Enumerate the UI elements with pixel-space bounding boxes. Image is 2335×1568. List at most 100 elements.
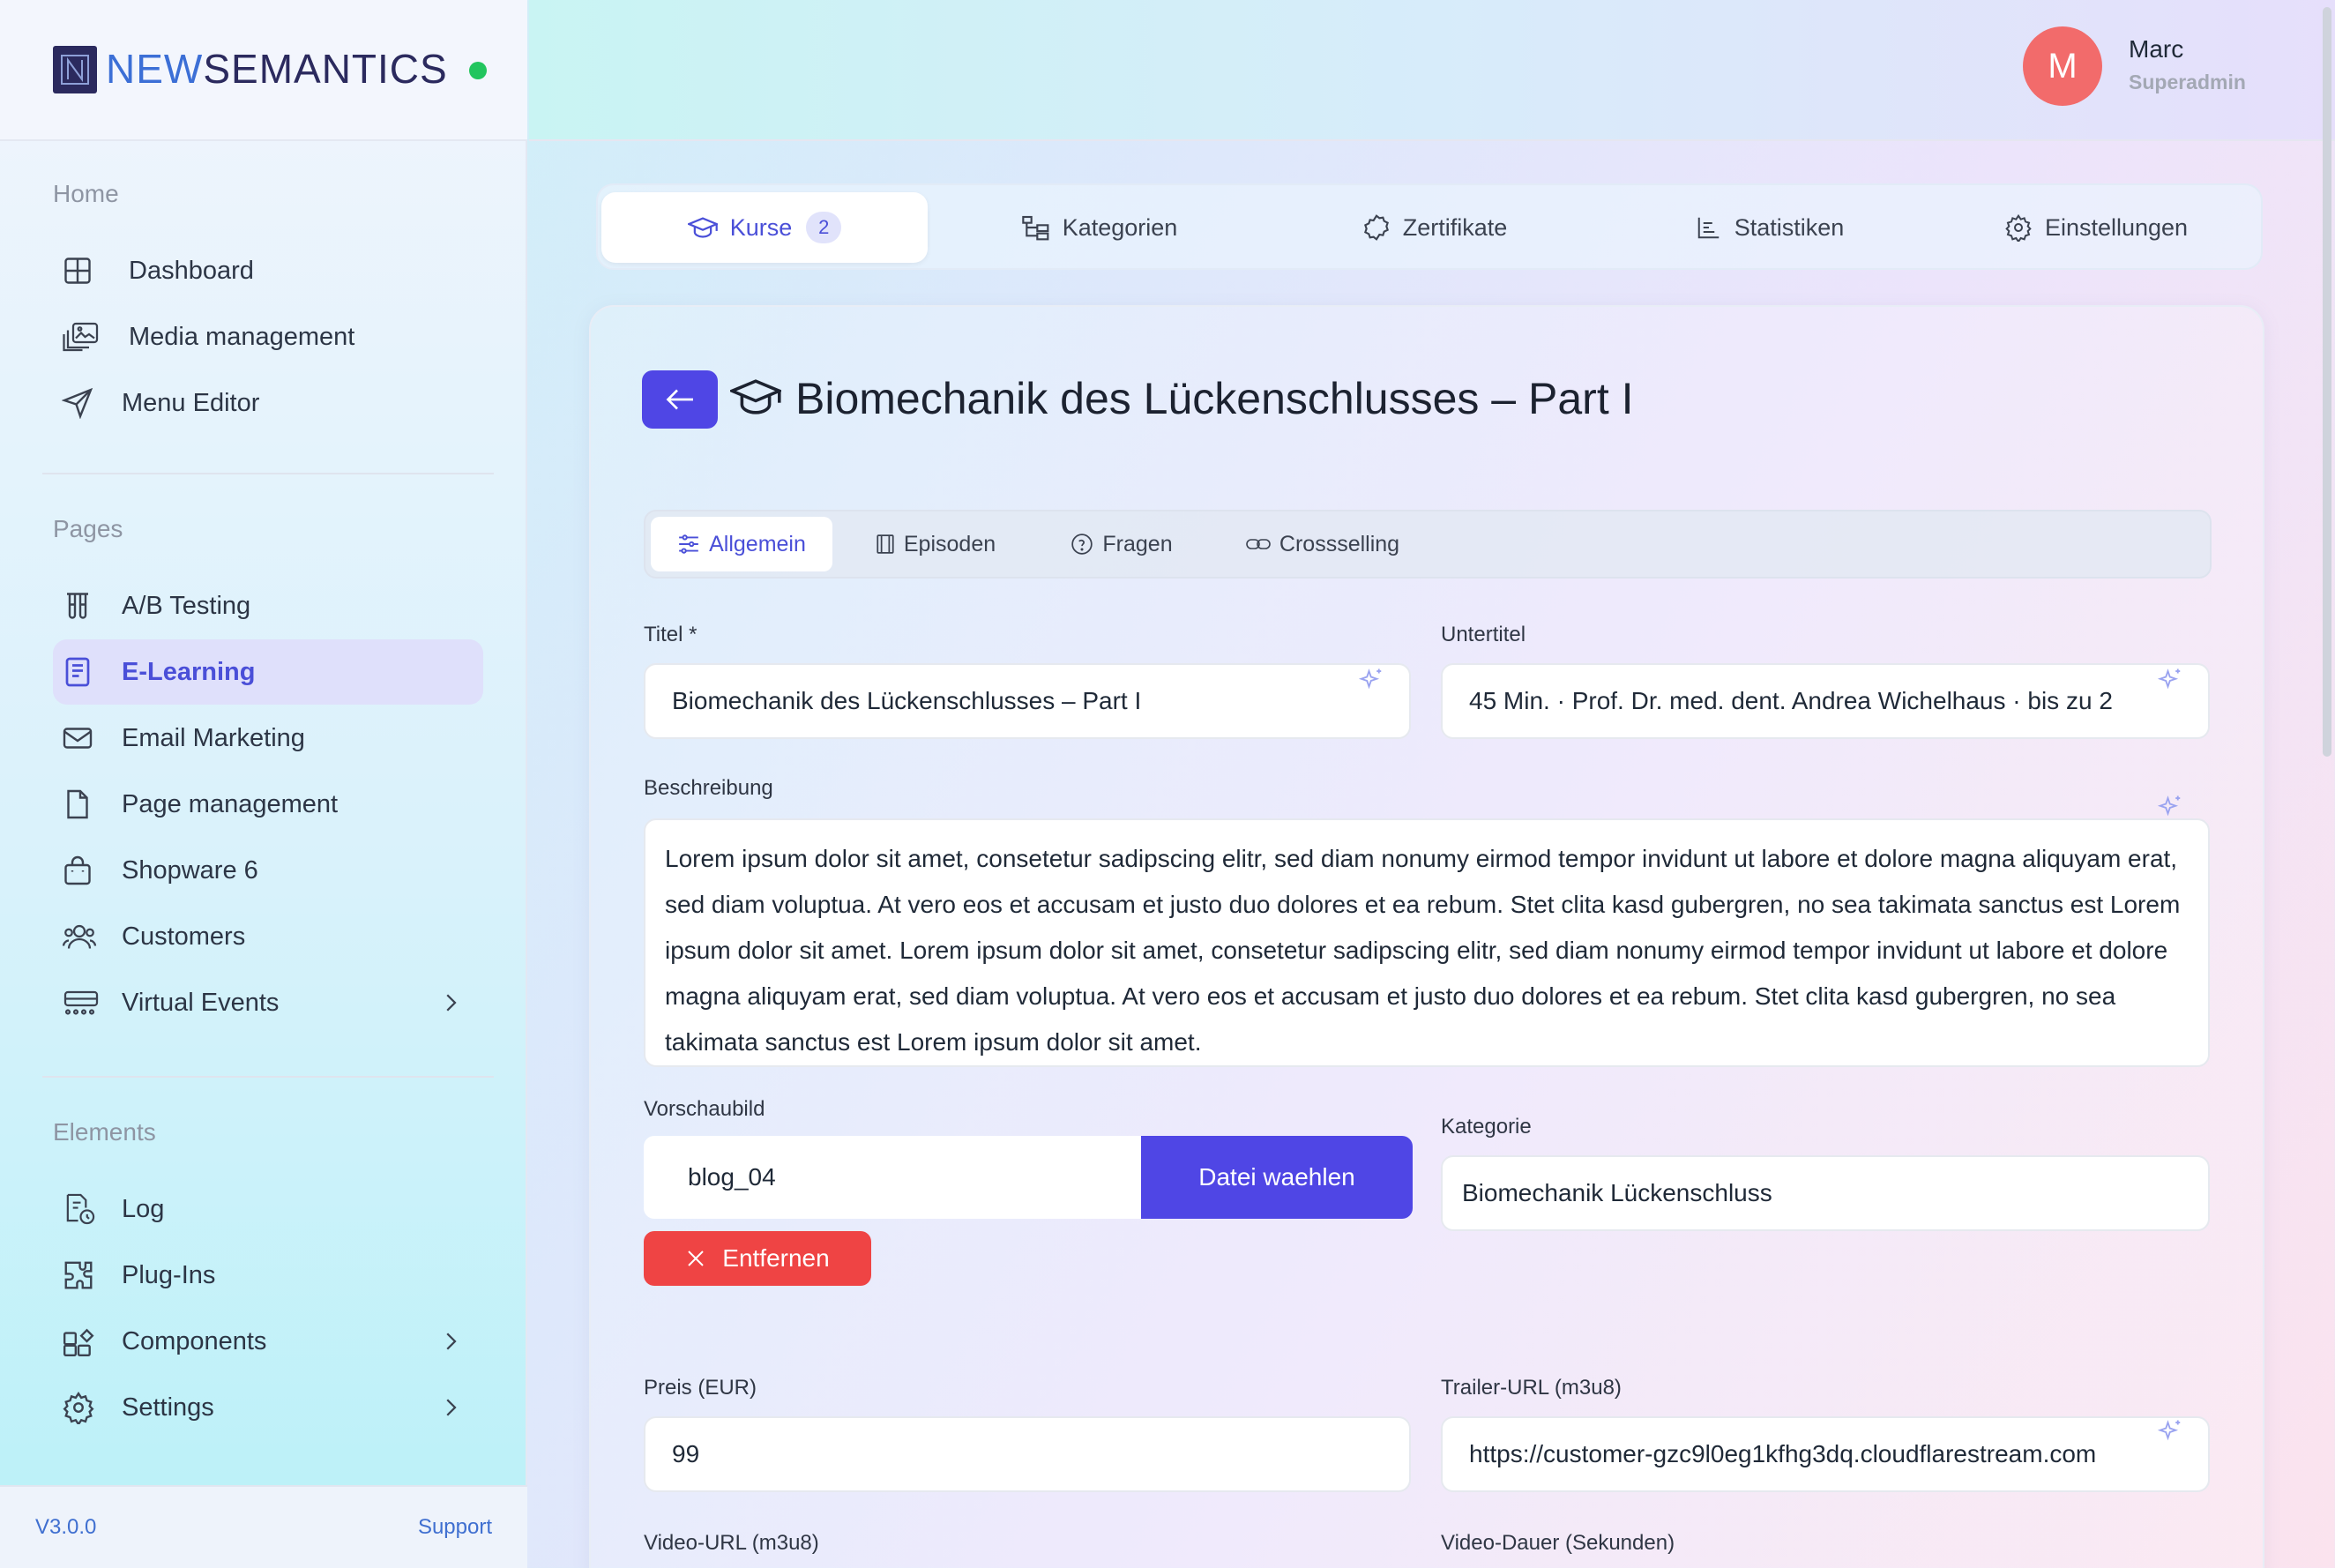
- sidebar-item-media-management[interactable]: Media management: [53, 304, 483, 370]
- sidebar-item-menu-editor[interactable]: Menu Editor: [53, 370, 483, 436]
- file-icon: [53, 772, 106, 837]
- sidebar-item-label: Virtual Events: [122, 988, 280, 1017]
- section-title-pages: Pages: [53, 515, 123, 542]
- brand-name[interactable]: NEWSEMANTICS: [106, 44, 448, 93]
- chevron-right-icon: [437, 1394, 464, 1428]
- kategorie-label: Kategorie: [1441, 1115, 1532, 1139]
- sidebar-item-log[interactable]: Log: [53, 1176, 483, 1242]
- sparkle-icon[interactable]: [2157, 667, 2183, 698]
- sidebar-item-ab-testing[interactable]: A/B Testing: [53, 573, 483, 638]
- tab-allgemein[interactable]: Allgemein: [651, 517, 832, 571]
- tab-episoden[interactable]: Episoden: [845, 517, 1026, 571]
- film-icon: [876, 534, 895, 555]
- sidebar-item-label: A/B Testing: [122, 591, 251, 620]
- puzzle-icon: [53, 1243, 106, 1308]
- page-title: Biomechanik des Lückenschlusses – Part I: [795, 374, 1634, 423]
- brand-header: NEWSEMANTICS: [0, 0, 527, 141]
- section-title-home: Home: [53, 180, 119, 207]
- back-button[interactable]: [642, 370, 718, 429]
- divider: [42, 473, 494, 474]
- titel-label: Titel *: [644, 623, 698, 646]
- sidebar-item-label: Page management: [122, 789, 339, 818]
- sidebar-item-settings[interactable]: Settings: [53, 1375, 483, 1440]
- version-label: V3.0.0: [35, 1515, 97, 1539]
- preis-label: Preis (EUR): [644, 1376, 757, 1400]
- graduation-cap-icon: [727, 372, 784, 426]
- sidebar-item-label: Plug-Ins: [122, 1260, 216, 1289]
- tab-einstellungen[interactable]: Einstellungen: [1933, 192, 2259, 263]
- divider: [42, 1076, 494, 1078]
- tab-label: Crossselling: [1279, 531, 1400, 556]
- badge-icon: [1362, 213, 1391, 242]
- tab-label: Episoden: [903, 531, 996, 556]
- test-tubes-icon: [53, 573, 106, 638]
- sidebar-item-label: Email Marketing: [122, 723, 305, 752]
- graduation-cap-icon: [687, 214, 718, 241]
- chevron-right-icon: [437, 989, 464, 1023]
- sidebar-item-label: Settings: [122, 1393, 214, 1422]
- section-title-elements: Elements: [53, 1118, 156, 1146]
- tab-zertifikate[interactable]: Zertifikate: [1272, 192, 1598, 263]
- sidebar-item-label: Customers: [122, 922, 246, 951]
- bar-chart-icon: [1696, 214, 1722, 241]
- remove-image-button[interactable]: Entfernen: [644, 1231, 871, 1286]
- untertitel-input[interactable]: 45 Min. · Prof. Dr. med. dent. Andrea Wi…: [1441, 663, 2210, 739]
- titel-input[interactable]: Biomechanik des Lückenschlusses – Part I: [644, 663, 1411, 739]
- sidebar-item-label: Media management: [129, 322, 355, 351]
- main-tabs: Kurse 2 Kategorien Zertifikate Statistik…: [596, 183, 2263, 270]
- tab-kategorien[interactable]: Kategorien: [936, 192, 1263, 263]
- kategorie-select-value: Biomechanik Lückenschluss: [1462, 1179, 1772, 1206]
- grid-icon: [53, 238, 106, 303]
- kategorie-select[interactable]: Biomechanik Lückenschluss: [1441, 1155, 2210, 1231]
- arrow-left-icon: [666, 389, 693, 410]
- tab-crossselling[interactable]: Crossselling: [1217, 517, 1429, 571]
- mail-icon: [53, 706, 106, 771]
- sub-tabs: Allgemein Episoden Fragen Crossselling: [644, 510, 2212, 579]
- support-link[interactable]: Support: [418, 1515, 492, 1540]
- choose-file-button[interactable]: Datei waehlen: [1141, 1136, 1413, 1219]
- tab-fragen[interactable]: Fragen: [1033, 517, 1210, 571]
- log-icon: [53, 1176, 106, 1242]
- trailer-url-input-value: https://customer-gzc9l0eg1kfhg3dq.cloudf…: [1469, 1440, 2097, 1467]
- sidebar-item-label: Components: [122, 1326, 267, 1355]
- sparkle-icon[interactable]: [2157, 1418, 2183, 1449]
- sidebar-item-shopware-6[interactable]: Shopware 6: [53, 838, 483, 903]
- trailer-url-input[interactable]: https://customer-gzc9l0eg1kfhg3dq.cloudf…: [1441, 1416, 2210, 1492]
- untertitel-label: Untertitel: [1441, 623, 1526, 646]
- user-name[interactable]: Marc: [2129, 35, 2183, 63]
- sidebar-item-label: Dashboard: [129, 256, 254, 285]
- sidebar-item-plug-ins[interactable]: Plug-Ins: [53, 1243, 483, 1308]
- tab-label: Kategorien: [1062, 213, 1178, 241]
- page-scrollbar[interactable]: [2323, 7, 2331, 757]
- sidebar-item-dashboard[interactable]: Dashboard: [53, 238, 483, 303]
- preis-input[interactable]: 99: [644, 1416, 1411, 1492]
- components-icon: [53, 1309, 106, 1374]
- sidebar-item-virtual-events[interactable]: Virtual Events: [53, 970, 483, 1035]
- sidebar-item-page-management[interactable]: Page management: [53, 772, 483, 837]
- tab-label: Zertifikate: [1402, 213, 1508, 241]
- sidebar-item-e-learning[interactable]: E-Learning: [53, 639, 483, 705]
- users-icon: [53, 904, 106, 969]
- close-icon: [685, 1248, 706, 1269]
- sidebar-item-components[interactable]: Components: [53, 1309, 483, 1374]
- sidebar-item-label: Shopware 6: [122, 855, 258, 885]
- events-icon: [53, 970, 106, 1035]
- beschreibung-textarea[interactable]: Lorem ipsum dolor sit amet, consetetur s…: [644, 818, 2210, 1067]
- avatar[interactable]: M: [2023, 26, 2102, 106]
- sidebar-item-customers[interactable]: Customers: [53, 904, 483, 969]
- sparkle-icon[interactable]: [1358, 667, 1384, 698]
- vorschaubild-file-name[interactable]: blog_04: [644, 1136, 1141, 1219]
- link-icon: [1246, 534, 1271, 554]
- preis-input-value: 99: [672, 1440, 700, 1467]
- book-icon: [53, 639, 106, 705]
- sliders-icon: [677, 534, 700, 555]
- images-icon: [53, 304, 106, 370]
- sidebar-item-label: Menu Editor: [122, 388, 260, 417]
- tab-kurse[interactable]: Kurse 2: [601, 192, 928, 263]
- count-badge: 2: [806, 212, 842, 243]
- status-dot: [469, 62, 487, 79]
- sidebar-item-email-marketing[interactable]: Email Marketing: [53, 706, 483, 771]
- tab-statistiken[interactable]: Statistiken: [1607, 192, 1933, 263]
- tab-label: Einstellungen: [2044, 213, 2189, 241]
- sidebar-item-label: E-Learning: [122, 657, 256, 686]
